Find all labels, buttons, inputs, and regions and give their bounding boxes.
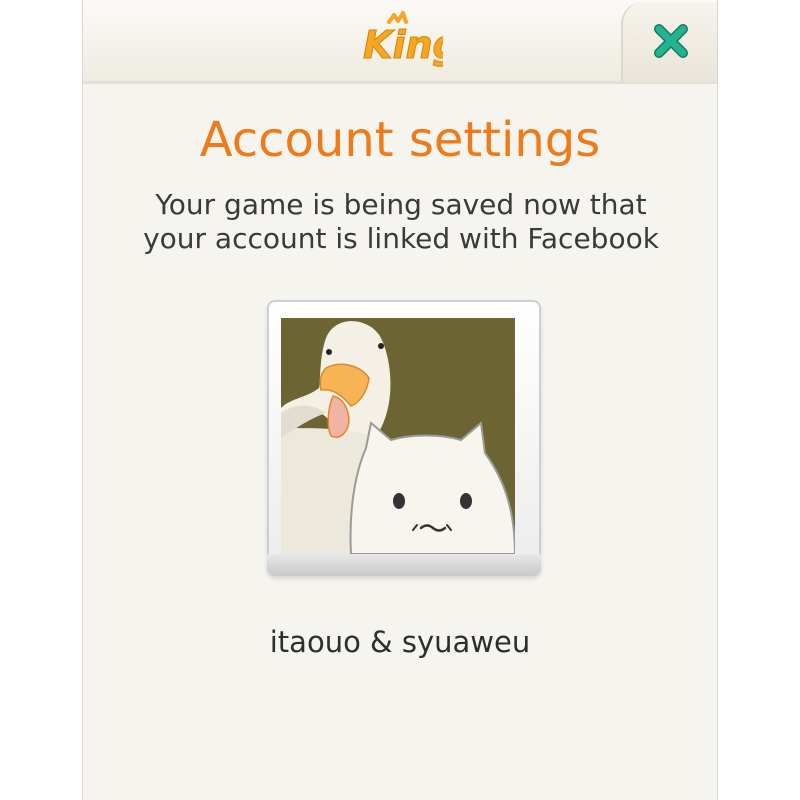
profile-picture [281, 318, 515, 554]
page-title: Account settings [199, 112, 601, 168]
close-button[interactable] [621, 2, 717, 82]
dialog-header: King [83, 0, 717, 84]
profile-picture-duck-and-cat [281, 318, 515, 554]
status-message-line-1: Your game is being saved now that [155, 188, 647, 221]
king-logo: King [363, 11, 443, 68]
svg-text:King: King [363, 23, 443, 67]
frame-base [267, 554, 541, 576]
profile-picture-frame [267, 300, 541, 576]
status-message-line-2: your account is linked with Facebook [143, 222, 659, 255]
username-label: itaouo & syuaweu [269, 625, 531, 659]
status-message: Your game is being saved now that your a… [103, 188, 699, 256]
close-x-icon [654, 24, 688, 58]
account-settings-dialog: King Account settings Your game is being… [82, 0, 718, 800]
